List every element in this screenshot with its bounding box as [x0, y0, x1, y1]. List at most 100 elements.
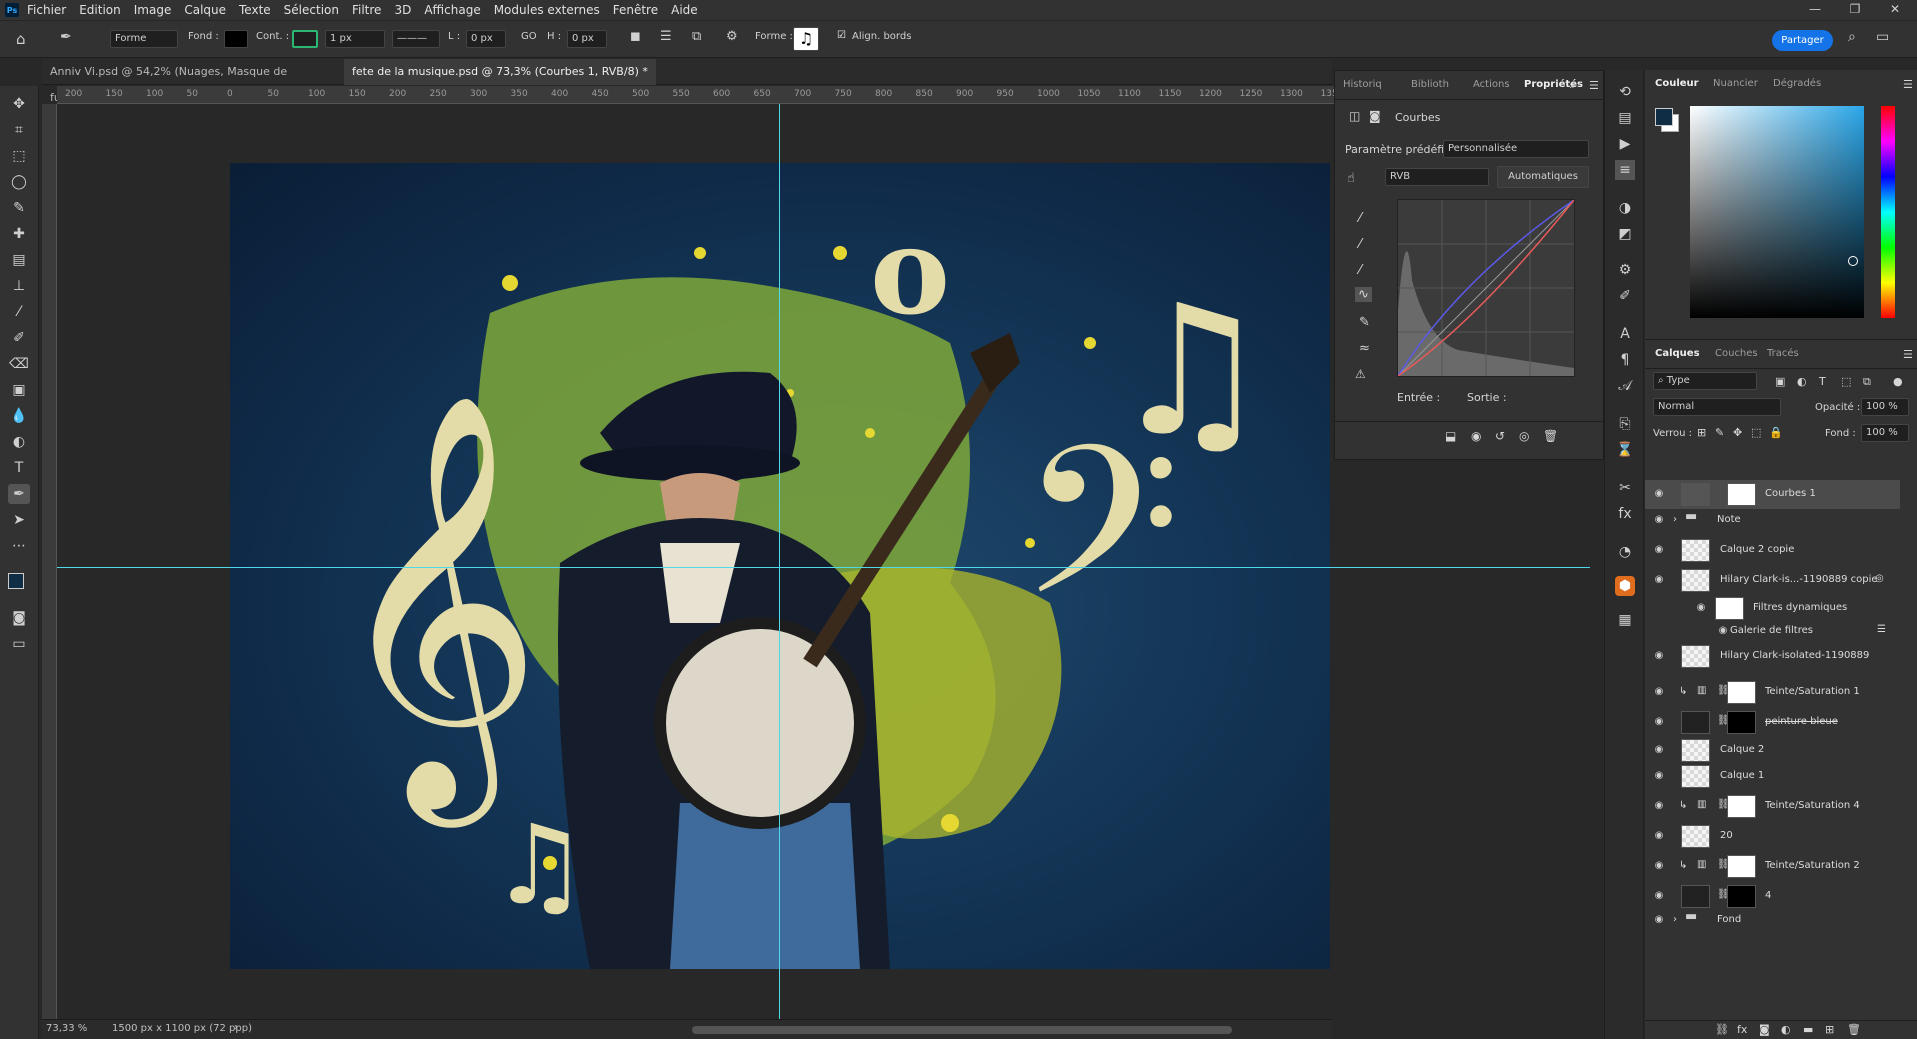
- new-layer-icon[interactable]: ⊞: [1825, 1023, 1834, 1036]
- screen-mode-icon[interactable]: ▭: [8, 634, 30, 654]
- search-icon[interactable]: ⌕: [1848, 29, 1856, 45]
- dodge-icon[interactable]: ◐: [8, 432, 30, 452]
- layer-filter-type-select[interactable]: ⌕ Type: [1653, 372, 1757, 390]
- filter-pixel-icon[interactable]: ▣: [1775, 375, 1785, 388]
- layer-mask-icon[interactable]: ◙: [1369, 109, 1381, 123]
- gray-point-eyedropper-icon[interactable]: ⁄: [1359, 237, 1361, 252]
- blur-icon[interactable]: 💧: [8, 406, 30, 426]
- height-input[interactable]: 0 px: [567, 30, 607, 48]
- align-edges-checkbox[interactable]: ☑: [837, 30, 846, 41]
- smooth-curve-icon[interactable]: ≈: [1359, 341, 1370, 356]
- layer-row-calque-2[interactable]: ◉ Calque 2: [1645, 736, 1900, 765]
- filter-toggle-icon[interactable]: ●: [1893, 375, 1903, 388]
- layer-row-calque-1[interactable]: ◉ Calque 1: [1645, 762, 1900, 791]
- stroke-swatch[interactable]: [292, 30, 318, 48]
- gradient-icon[interactable]: ▣: [8, 380, 30, 400]
- layer-mask-thumb[interactable]: [1727, 795, 1756, 818]
- visibility-eye-icon[interactable]: ◉: [1653, 744, 1665, 756]
- crop-tool-icon[interactable]: ⌗: [8, 120, 30, 140]
- workspace-icon[interactable]: ▭: [1876, 29, 1889, 45]
- layer-mask-thumb[interactable]: [1727, 711, 1756, 734]
- menu-fichier[interactable]: Fichier: [27, 3, 66, 17]
- layer-row-peinture-bleue[interactable]: ◉ ⛓ peinture bleue: [1645, 708, 1900, 737]
- visibility-eye-icon[interactable]: ◉: [1695, 602, 1707, 614]
- layer-row-hilary-isolated[interactable]: ◉ Hilary Clark-isolated-1190889: [1645, 642, 1900, 671]
- menu-edition[interactable]: Edition: [79, 3, 121, 17]
- path-selection-icon[interactable]: ➤: [8, 510, 30, 530]
- layer-row-fond[interactable]: ◉ › ▬ Fond: [1645, 906, 1900, 935]
- link-dimensions-icon[interactable]: GO: [521, 31, 537, 42]
- color-picker-cursor[interactable]: [1848, 256, 1858, 266]
- status-menu-arrow-icon[interactable]: ›: [234, 1022, 238, 1033]
- visibility-eye-icon[interactable]: ◉: [1653, 574, 1665, 586]
- panel-menu-icon[interactable]: ☰: [1589, 79, 1599, 92]
- share-button[interactable]: Partager: [1772, 30, 1833, 51]
- filter-adjustment-icon[interactable]: ◐: [1797, 375, 1807, 388]
- lock-transparent-icon[interactable]: ⊞: [1697, 426, 1706, 439]
- layer-row-courbes-1[interactable]: ◉ Courbes 1: [1645, 480, 1900, 509]
- timeline-icon[interactable]: ⌛: [1615, 440, 1635, 460]
- lock-all-icon[interactable]: 🔒: [1769, 426, 1783, 439]
- hue-slider[interactable]: [1881, 106, 1895, 318]
- horizontal-scrollbar[interactable]: [692, 1026, 1232, 1034]
- plugin-panel-icon[interactable]: ▦: [1615, 610, 1635, 630]
- eyedropper-icon[interactable]: ⁄: [8, 302, 30, 322]
- filter-type-icon[interactable]: T: [1819, 375, 1826, 388]
- width-input[interactable]: 0 px: [466, 30, 506, 48]
- menu-fenetre[interactable]: Fenêtre: [613, 3, 658, 17]
- lasso-tool-icon[interactable]: ◯: [8, 172, 30, 192]
- menu-aide[interactable]: Aide: [671, 3, 698, 17]
- curve-point-tool-icon[interactable]: ∿: [1355, 287, 1372, 302]
- menu-modules-externes[interactable]: Modules externes: [494, 3, 600, 17]
- preset-select[interactable]: Personnalisée: [1443, 140, 1589, 158]
- quick-mask-icon[interactable]: ◙: [8, 608, 30, 628]
- character-panel-icon[interactable]: A: [1615, 324, 1635, 344]
- collapse-panel-icon[interactable]: »: [1569, 79, 1576, 92]
- add-style-icon[interactable]: fx: [1737, 1023, 1747, 1036]
- visibility-eye-icon[interactable]: ◉: [1653, 686, 1665, 698]
- properties-panel-icon[interactable]: ≡: [1615, 160, 1635, 180]
- pen-tool-preset-icon[interactable]: ✒: [60, 29, 72, 45]
- layer-row-galerie-filtres[interactable]: ◉ Galerie de filtres ☰: [1645, 620, 1900, 642]
- menu-affichage[interactable]: Affichage: [424, 3, 480, 17]
- horizontal-guide[interactable]: [57, 567, 1590, 568]
- actions-panel-icon[interactable]: ▶: [1615, 134, 1635, 154]
- visibility-eye-icon[interactable]: ◉: [1653, 650, 1665, 662]
- adjustments-panel-icon[interactable]: ◑: [1615, 198, 1635, 218]
- tab-history[interactable]: Historiq: [1343, 79, 1382, 90]
- path-alignment-icon[interactable]: ☰: [660, 29, 672, 44]
- stamp-icon[interactable]: ⊥: [8, 276, 30, 296]
- layer-mask-thumb[interactable]: [1727, 885, 1756, 908]
- visibility-eye-icon[interactable]: ◉: [1653, 914, 1665, 926]
- lock-artboard-icon[interactable]: ⬚: [1751, 426, 1761, 439]
- clip-to-layer-icon[interactable]: ⬓: [1445, 429, 1456, 443]
- minimize-icon[interactable]: —: [1800, 0, 1830, 20]
- visibility-eye-icon[interactable]: ◉: [1653, 544, 1665, 556]
- layer-row-note[interactable]: ◉ › ▬ Note: [1645, 506, 1900, 535]
- tab-gradients[interactable]: Dégradés: [1773, 78, 1821, 89]
- black-point-eyedropper-icon[interactable]: ⁄: [1359, 211, 1361, 226]
- quick-selection-icon[interactable]: ✎: [8, 198, 30, 218]
- healing-brush-icon[interactable]: ✚: [8, 224, 30, 244]
- paragraph-panel-icon[interactable]: ¶: [1615, 350, 1635, 370]
- add-mask-icon[interactable]: ◙: [1759, 1023, 1770, 1036]
- visibility-eye-icon[interactable]: ◉: [1653, 860, 1665, 872]
- settings-gear-icon[interactable]: ⚙: [726, 29, 738, 44]
- blend-mode-select[interactable]: Normal: [1653, 398, 1781, 416]
- opacity-input[interactable]: 100 %: [1861, 398, 1909, 416]
- visibility-eye-icon[interactable]: ◉: [1653, 890, 1665, 902]
- reset-icon[interactable]: ↺: [1495, 429, 1505, 443]
- filter-options-icon[interactable]: ☰: [1877, 624, 1886, 635]
- artwork-image[interactable]: 𝄞 𝄢 o ♫ ♫: [230, 163, 1330, 969]
- layer-row-teinte-saturation-4[interactable]: ◉ ↳ ▥ ⛓ Teinte/Saturation 4: [1645, 792, 1900, 821]
- curves-graph[interactable]: [1397, 199, 1575, 377]
- foreground-color-swatch[interactable]: [8, 573, 24, 589]
- layer-mask-thumb[interactable]: [1727, 681, 1756, 704]
- layer-row-teinte-saturation-1[interactable]: ◉ ↳ ▥ ⛓ Teinte/Saturation 1: [1645, 678, 1900, 707]
- eraser-icon[interactable]: ⌫: [8, 354, 30, 374]
- tab-libraries[interactable]: Biblioth: [1411, 79, 1449, 90]
- zoom-level[interactable]: 73,33 %: [46, 1023, 87, 1034]
- channel-select[interactable]: RVB: [1385, 168, 1489, 186]
- layer-row-hilary-copie[interactable]: ◉ Hilary Clark-is...-1190889 copie ◎: [1645, 566, 1900, 595]
- menu-selection[interactable]: Sélection: [284, 3, 339, 17]
